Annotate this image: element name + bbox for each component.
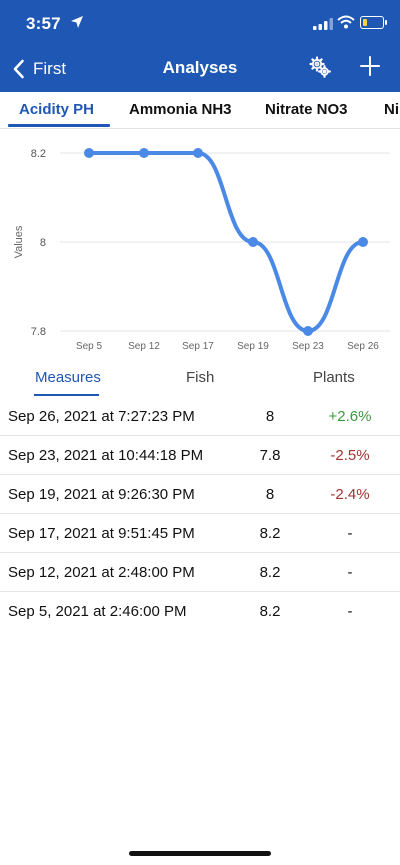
- page-title: Analyses: [162, 58, 238, 77]
- home-indicator: [129, 851, 271, 856]
- measure-value: 8.2: [259, 603, 281, 620]
- y-tick-label: 7.8: [31, 326, 46, 338]
- measure-date: Sep 19, 2021 at 9:26:30 PM: [8, 486, 195, 503]
- measure-change: +2.6%: [328, 408, 372, 425]
- measure-value: 8: [265, 408, 275, 425]
- measure-date: Sep 17, 2021 at 9:51:45 PM: [8, 525, 195, 542]
- detail-tabs: Measures Fish Plants: [0, 363, 400, 397]
- x-tick-label: Sep 19: [237, 341, 269, 352]
- data-point: [303, 326, 313, 336]
- x-tick-label: Sep 26: [347, 341, 379, 352]
- tab-nitrate-no3[interactable]: Nitrate NO3: [265, 101, 348, 118]
- table-row[interactable]: Sep 26, 2021 at 7:27:23 PM 8 +2.6%: [0, 397, 400, 436]
- y-tick-label: 8: [40, 237, 46, 249]
- measure-value: 8.2: [259, 564, 281, 581]
- location-arrow-icon: [71, 16, 83, 28]
- ph-line-chart: 8.2 8 7.8 Sep 5 Sep 12 Sep 17 Sep 19 Sep 23 Sep…: [13, 148, 390, 352]
- measure-value: 8: [265, 486, 275, 503]
- x-tick-label: Sep 17: [182, 341, 214, 352]
- table-row[interactable]: Sep 17, 2021 at 9:51:45 PM 8.2 -: [0, 514, 400, 553]
- settings-gears-icon[interactable]: [309, 56, 331, 78]
- battery-icon: [360, 16, 387, 29]
- table-row[interactable]: Sep 5, 2021 at 2:46:00 PM 8.2 -: [0, 592, 400, 630]
- measure-change: -2.5%: [330, 447, 370, 464]
- data-point: [248, 237, 258, 247]
- x-tick-label: Sep 12: [128, 341, 160, 352]
- tab-measures[interactable]: Measures: [35, 369, 101, 386]
- navigation-bar: First Analyses: [0, 46, 400, 92]
- measure-value: 7.8: [259, 447, 281, 464]
- table-row[interactable]: Sep 19, 2021 at 9:26:30 PM 8 -2.4%: [0, 475, 400, 514]
- table-row[interactable]: Sep 12, 2021 at 2:48:00 PM 8.2 -: [0, 553, 400, 592]
- active-subtab-indicator: [34, 394, 99, 396]
- y-tick-label: 8.2: [31, 148, 46, 160]
- analysis-tabs: Acidity PH Ammonia NH3 Nitrate NO3 Ni: [0, 92, 400, 129]
- measure-date: Sep 26, 2021 at 7:27:23 PM: [8, 408, 195, 425]
- cellular-signal-icon: [313, 18, 333, 30]
- measure-change: -: [347, 525, 353, 542]
- measure-date: Sep 5, 2021 at 2:46:00 PM: [8, 603, 187, 620]
- measure-date: Sep 23, 2021 at 10:44:18 PM: [8, 447, 204, 464]
- active-tab-indicator: [8, 124, 110, 127]
- add-icon[interactable]: [360, 56, 380, 76]
- measure-date: Sep 12, 2021 at 2:48:00 PM: [8, 564, 195, 581]
- tab-acidity-ph[interactable]: Acidity PH: [19, 101, 94, 118]
- x-tick-label: Sep 23: [292, 341, 324, 352]
- data-point: [193, 148, 203, 158]
- tab-next-partial[interactable]: Ni: [384, 101, 399, 118]
- x-tick-label: Sep 5: [76, 341, 103, 352]
- data-point: [358, 237, 368, 247]
- data-point: [84, 148, 94, 158]
- tab-plants[interactable]: Plants: [313, 369, 355, 386]
- status-bar: 3:57: [0, 0, 400, 46]
- measure-change: -2.4%: [330, 486, 370, 503]
- tab-fish[interactable]: Fish: [186, 369, 214, 386]
- header: 3:57 First Analyses: [0, 0, 400, 92]
- table-row[interactable]: Sep 23, 2021 at 10:44:18 PM 7.8 -2.5%: [0, 436, 400, 475]
- measure-change: -: [347, 603, 353, 620]
- wifi-icon: [337, 15, 355, 29]
- measure-value: 8.2: [259, 525, 281, 542]
- data-point: [139, 148, 149, 158]
- status-time: 3:57: [26, 14, 61, 33]
- measures-list: Sep 26, 2021 at 7:27:23 PM 8 +2.6% Sep 2…: [0, 397, 400, 630]
- y-axis-label: Values: [13, 225, 25, 258]
- tab-ammonia-nh3[interactable]: Ammonia NH3: [129, 101, 232, 118]
- measure-change: -: [347, 564, 353, 581]
